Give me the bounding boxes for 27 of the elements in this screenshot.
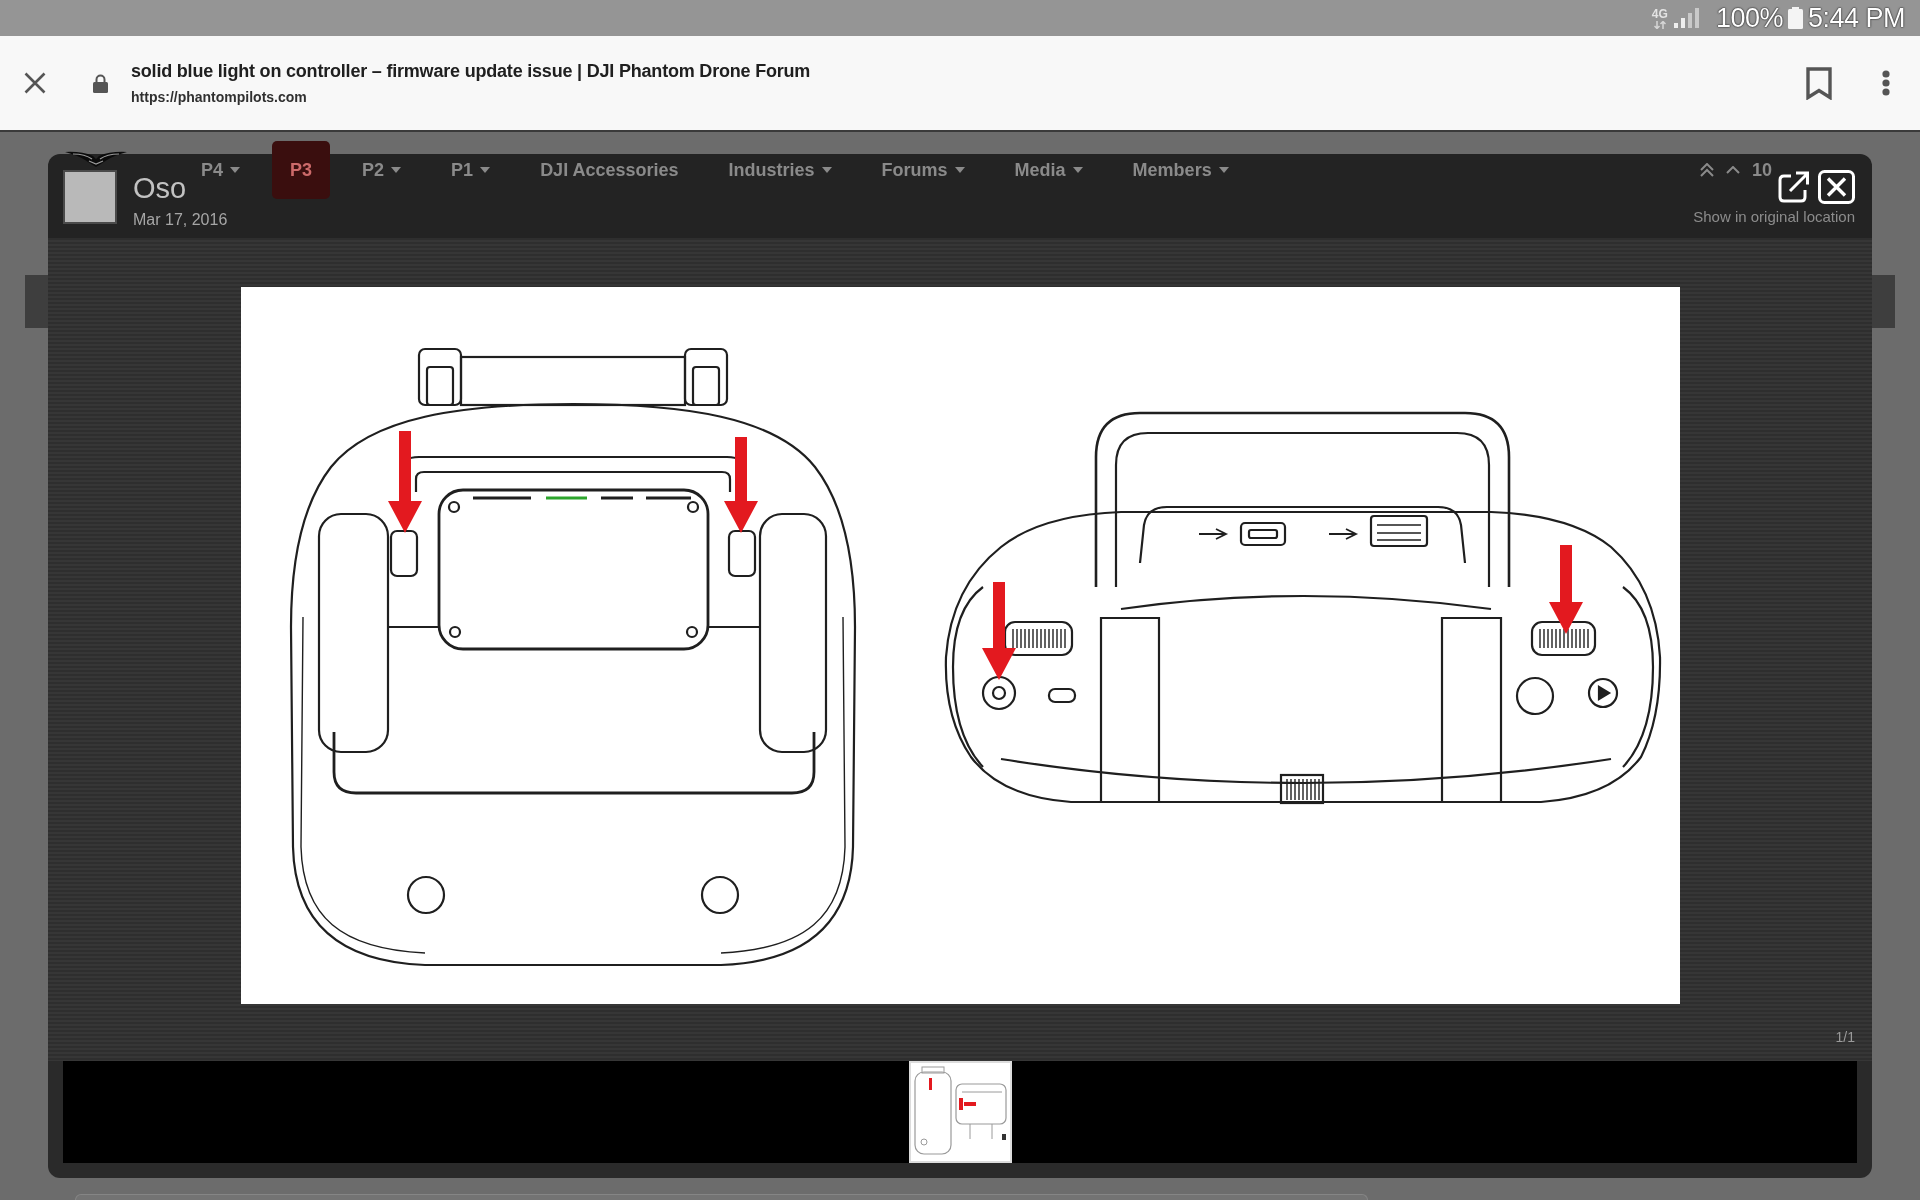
page-number: 10	[1751, 161, 1772, 179]
avatar-placeholder	[63, 170, 117, 224]
double-chevron-up-icon	[1699, 163, 1714, 177]
show-original-link[interactable]: Show in original location	[1693, 209, 1855, 226]
nav-link[interactable]: P1	[433, 161, 509, 179]
battery-percent: 100%	[1715, 4, 1783, 32]
nav-link[interactable]: P2	[344, 161, 420, 179]
nav-link[interactable]: Media	[996, 161, 1101, 179]
bookmark-icon[interactable]	[1806, 66, 1832, 100]
nav-link[interactable]: Forums	[863, 161, 983, 179]
page-title: solid blue light on controller – firmware update issue | DJI Phantom Drone Forum	[131, 60, 812, 82]
signal-icon	[1673, 8, 1701, 28]
external-link-icon[interactable]	[1777, 170, 1810, 204]
data-arrows-icon	[1653, 20, 1666, 29]
close-icon[interactable]	[24, 72, 46, 94]
battery-icon	[1787, 7, 1803, 29]
page-url: https://phantompilots.com	[131, 88, 308, 106]
image-counter: 1/1	[1835, 1030, 1855, 1046]
nav-link[interactable]: Members	[1114, 161, 1247, 179]
nav-link[interactable]: Industries	[710, 161, 850, 179]
nav-link[interactable]: P3	[272, 141, 331, 199]
nav-link[interactable]: DJI Accessories	[522, 161, 697, 179]
clock-time: 5:44 PM	[1807, 4, 1905, 32]
post-date: Mar 17, 2016	[133, 211, 228, 229]
more-vertical-icon[interactable]	[1882, 70, 1890, 96]
network-type: 4G	[1651, 7, 1668, 21]
chevron-up-icon	[1725, 166, 1740, 174]
